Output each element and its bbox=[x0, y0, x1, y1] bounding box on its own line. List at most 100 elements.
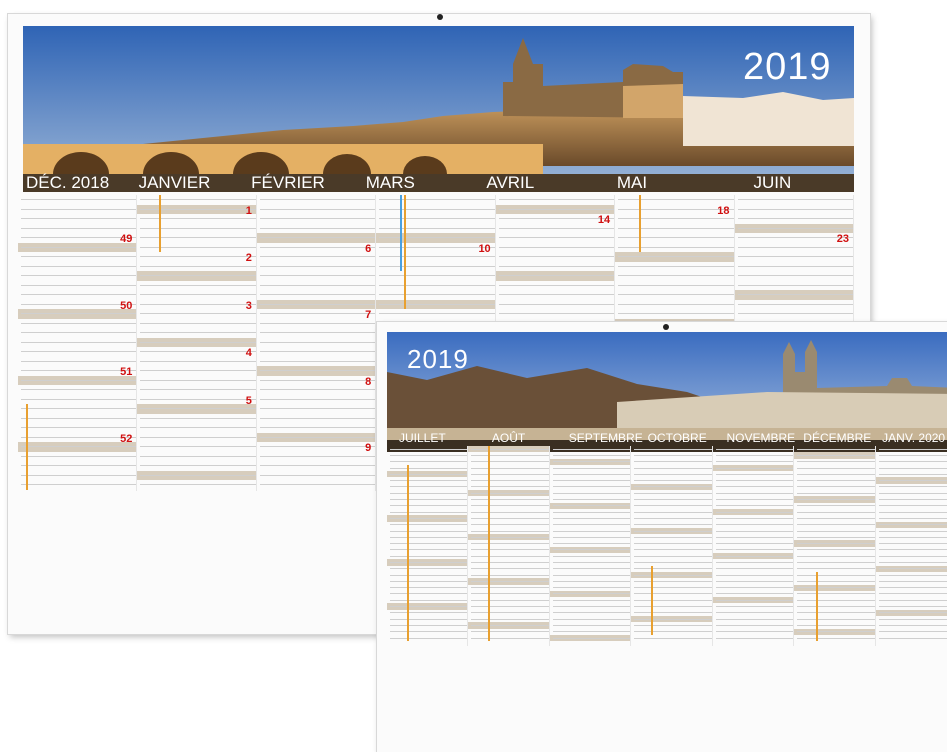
day-row bbox=[137, 357, 256, 367]
month-header-bar-2: JUILLET AOÛT SEPTEMBRE OCTOBRE NOVEMBRE … bbox=[387, 431, 947, 445]
day-row bbox=[495, 204, 615, 214]
hanging-hole bbox=[437, 14, 443, 20]
week-number: 6 bbox=[365, 242, 372, 255]
day-row bbox=[376, 271, 495, 281]
day-row bbox=[137, 243, 256, 253]
day-row bbox=[256, 233, 376, 243]
day-row bbox=[376, 252, 495, 262]
day-row bbox=[257, 423, 376, 433]
month-header-bar: DÉC. 2018 JANVIER FÉVRIER MARS AVRIL MAI… bbox=[23, 173, 854, 192]
day-row bbox=[137, 214, 256, 224]
day-row bbox=[18, 328, 137, 338]
school-holiday-bar bbox=[407, 464, 409, 642]
week-number: 4 bbox=[245, 347, 252, 359]
day-row bbox=[137, 376, 256, 386]
day-row bbox=[496, 290, 615, 300]
month-label-septembre: SEPTEMBRE bbox=[568, 431, 643, 445]
day-row bbox=[137, 347, 256, 357]
day-row bbox=[257, 452, 376, 462]
day-row bbox=[137, 195, 256, 205]
day-row bbox=[735, 262, 853, 272]
day-row bbox=[256, 432, 376, 442]
day-row bbox=[257, 271, 376, 281]
month-label-aout: AOÛT bbox=[491, 431, 526, 445]
school-holiday-bar bbox=[488, 446, 491, 642]
hanging-hole-2 bbox=[663, 324, 669, 330]
day-row bbox=[18, 271, 137, 281]
day-row bbox=[468, 635, 549, 641]
day-row bbox=[257, 205, 376, 215]
day-row bbox=[256, 299, 376, 309]
day-row bbox=[615, 233, 734, 243]
day-row bbox=[735, 214, 853, 224]
day-row bbox=[18, 357, 137, 367]
day-row bbox=[734, 223, 853, 233]
day-row bbox=[496, 195, 615, 205]
day-row bbox=[496, 309, 615, 319]
week-number: 50 bbox=[120, 299, 133, 312]
day-row bbox=[18, 262, 137, 272]
day-row bbox=[257, 309, 376, 319]
day-row bbox=[18, 395, 137, 405]
day-row bbox=[137, 404, 256, 414]
day-row bbox=[615, 252, 734, 262]
month-column: 6 7 8 9 bbox=[256, 195, 377, 491]
week-number: 18 bbox=[717, 204, 730, 217]
school-holiday-bar bbox=[26, 404, 28, 490]
day-row bbox=[257, 395, 376, 405]
day-row bbox=[18, 442, 137, 452]
day-row bbox=[876, 635, 947, 641]
day-row bbox=[256, 366, 376, 376]
day-row bbox=[257, 461, 376, 471]
day-row bbox=[137, 414, 256, 424]
day-row bbox=[376, 290, 495, 300]
day-row bbox=[376, 243, 495, 253]
day-row bbox=[257, 214, 376, 224]
days-grid-second-half bbox=[387, 446, 947, 646]
day-row bbox=[137, 300, 256, 310]
calendar-year-title: 2019 bbox=[743, 46, 832, 88]
month-label-novembre: NOVEMBRE bbox=[726, 431, 796, 445]
month-label-janvier: JANVIER bbox=[138, 173, 211, 192]
day-row bbox=[18, 300, 137, 310]
week-number: 8 bbox=[365, 375, 372, 388]
day-row bbox=[257, 385, 376, 395]
day-row bbox=[496, 233, 615, 243]
month-label-juin: JUIN bbox=[753, 173, 792, 192]
day-row bbox=[18, 423, 137, 433]
day-row bbox=[376, 233, 495, 243]
month-label-octobre: OCTOBRE bbox=[647, 431, 707, 445]
day-row bbox=[257, 404, 376, 414]
day-row bbox=[137, 366, 256, 376]
day-row bbox=[18, 224, 137, 234]
week-number: 7 bbox=[365, 309, 372, 321]
header-photo-chateau bbox=[23, 26, 854, 192]
month-label-janv-2020: JANV. 2020 bbox=[882, 431, 946, 445]
day-row bbox=[137, 470, 256, 480]
day-row bbox=[257, 480, 376, 490]
day-row bbox=[257, 243, 376, 253]
day-row bbox=[615, 271, 734, 281]
day-row bbox=[257, 281, 376, 291]
day-row bbox=[18, 414, 137, 424]
day-row bbox=[257, 328, 376, 338]
day-row bbox=[18, 366, 137, 376]
day-row bbox=[495, 271, 615, 281]
day-row bbox=[615, 290, 734, 300]
school-holiday-bar bbox=[400, 195, 403, 271]
day-row bbox=[18, 461, 137, 471]
day-row bbox=[735, 243, 853, 253]
week-number: 23 bbox=[836, 233, 849, 245]
day-row bbox=[376, 309, 495, 319]
day-row bbox=[734, 290, 853, 300]
day-row bbox=[137, 433, 256, 443]
month-label-dec-2018: DÉC. 2018 bbox=[26, 173, 110, 192]
day-row bbox=[735, 281, 853, 291]
day-row bbox=[615, 205, 734, 215]
day-row bbox=[18, 338, 137, 348]
day-row bbox=[257, 347, 376, 357]
day-row bbox=[735, 300, 853, 310]
day-row bbox=[18, 480, 137, 490]
day-row bbox=[137, 262, 256, 272]
day-row bbox=[137, 290, 256, 300]
